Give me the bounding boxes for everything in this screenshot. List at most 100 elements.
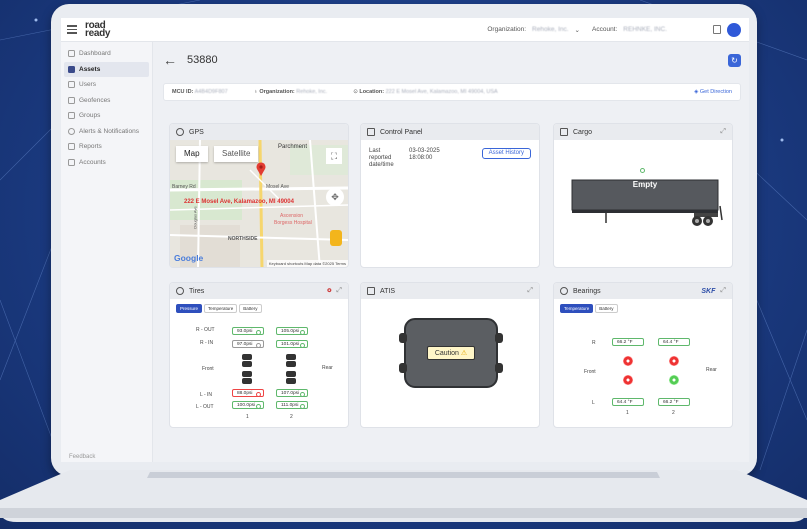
bearings-card: Bearings SKF ⤢ Temperature Battery R Front… — [553, 282, 733, 428]
tire-pressure-value[interactable]: 101.0psi — [276, 340, 308, 348]
tab-temperature[interactable]: Temperature — [204, 304, 238, 313]
expand-icon[interactable]: ⤢ — [527, 287, 533, 295]
map-view[interactable]: Map Satellite Parchment Barney Rd Mosel … — [170, 140, 348, 267]
laptop-base — [0, 470, 807, 529]
panel-icon — [367, 128, 375, 136]
row-label-front: Front — [202, 366, 214, 372]
pegman-icon[interactable] — [330, 230, 342, 246]
location-value: 222 E Mosel Ave, Kalamazoo, MI 49004, US… — [385, 89, 498, 95]
org-label: Organization: — [487, 26, 527, 33]
truck-icon — [68, 65, 75, 73]
refresh-button[interactable]: ↻ — [728, 54, 741, 67]
avatar[interactable] — [727, 22, 741, 37]
sidebar-item-geofences[interactable]: Geofences — [61, 93, 152, 109]
bearing-status-icon — [669, 356, 679, 366]
tab-battery[interactable]: Battery — [595, 304, 618, 313]
rear-label: Rear — [706, 367, 717, 373]
geofence-icon — [68, 96, 75, 104]
calendar-icon[interactable] — [713, 25, 721, 34]
expand-icon[interactable]: ⤢ — [720, 128, 726, 136]
sidebar-item-alerts[interactable]: Alerts & Notifications — [61, 124, 152, 140]
sidebar-item-assets[interactable]: Assets — [64, 61, 149, 77]
map-label-barney: Barney Rd — [172, 184, 196, 190]
sidebar-item-dashboard[interactable]: Dashboard — [61, 46, 152, 62]
location-pin-icon — [176, 128, 184, 136]
tire-pressure-value[interactable]: 105.0psi — [276, 327, 308, 335]
location-marker-icon[interactable] — [256, 162, 266, 176]
bearing-status-icon — [669, 375, 679, 385]
cargo-icon — [560, 128, 568, 136]
expand-icon[interactable]: ⤢ — [720, 287, 726, 295]
location-label: Location: — [359, 89, 385, 95]
sidebar: Dashboard Assets Users Geofences Groups … — [61, 42, 153, 462]
map-label-mosel: Mosel Ave — [266, 184, 289, 190]
tires-card: Tires ✪ ⤢ Pressure Temperature Battery R -… — [169, 282, 349, 428]
back-arrow-icon[interactable]: ← — [163, 52, 177, 68]
axle-label: 1 — [246, 414, 249, 420]
dashboard-icon — [68, 50, 75, 58]
tire-shape — [286, 361, 296, 367]
tire-pressure-value[interactable]: 111.0psi — [276, 401, 308, 409]
skf-logo: SKF — [701, 287, 716, 295]
info-org-label: Organization: — [259, 89, 295, 95]
tire-pressure-value[interactable]: 107.0psi — [276, 389, 308, 397]
location-icon: ⊙ — [353, 89, 358, 95]
page-title: 53880 — [187, 54, 218, 66]
cargo-status: Empty — [632, 180, 658, 189]
map-pan-control[interactable]: ✥ — [326, 188, 344, 206]
expand-icon[interactable]: ⤢ — [336, 287, 342, 295]
atis-status: Caution ⚠ — [427, 346, 475, 360]
app-logo[interactable]: road ready — [85, 20, 110, 38]
tire-pressure-value[interactable]: 93.0psi — [232, 327, 264, 335]
bearing-temp-value[interactable]: 64.4 °F — [612, 398, 644, 406]
tire-pressure-value[interactable]: 88.0psi — [232, 389, 264, 397]
tire-shape — [242, 371, 252, 377]
tire-shape — [242, 354, 252, 360]
tire-pressure-value[interactable]: 97.0psi — [232, 340, 264, 348]
tire-shape — [286, 378, 296, 384]
users-icon — [68, 81, 75, 89]
sidebar-item-accounts[interactable]: Accounts — [61, 155, 152, 171]
control-panel-title: Control Panel — [380, 128, 423, 136]
bearing-temp-value[interactable]: 64.4 °F — [658, 338, 690, 346]
sidebar-item-users[interactable]: Users — [61, 77, 152, 93]
direction-icon: ◈ — [694, 89, 699, 95]
axle-label: 2 — [290, 414, 293, 420]
right-side-label: R — [592, 340, 596, 346]
sidebar-item-reports[interactable]: Reports — [61, 139, 152, 155]
get-direction-link[interactable]: ◈ Get Direction — [694, 89, 732, 95]
chevron-down-icon[interactable]: ⌄ — [575, 26, 580, 34]
tire-pressure-value[interactable]: 100.0psi — [232, 401, 264, 409]
report-icon — [68, 143, 75, 151]
satellite-tab[interactable]: Satellite — [214, 146, 259, 162]
org-value: Rehoke, Inc. — [532, 26, 569, 33]
tab-temperature[interactable]: Temperature — [560, 304, 594, 313]
google-logo: Google — [174, 253, 204, 263]
row-label-l-in: L - IN — [200, 392, 213, 398]
control-panel-card: Control Panel Last reported date/time 03… — [360, 123, 540, 268]
map-footer[interactable]: Keyboard shortcuts Map data ©2025 Terms — [266, 260, 348, 267]
last-reported-label: Last reported date/time — [369, 148, 394, 168]
asset-history-button[interactable]: Asset History — [481, 148, 531, 159]
tab-battery[interactable]: Battery — [239, 304, 262, 313]
bearing-status-icon — [623, 356, 633, 366]
bearing-status-icon — [623, 375, 633, 385]
map-address-label: 222 E Mosel Ave, Kalamazoo, MI 49004 — [184, 199, 294, 205]
bearing-temp-value[interactable]: 66.2 °F — [612, 338, 644, 346]
tab-pressure[interactable]: Pressure — [176, 304, 203, 313]
atis-title: ATIS — [380, 287, 396, 295]
bearing-temp-value[interactable]: 66.2 °F — [658, 398, 690, 406]
map-label-northside: NORTHSIDE — [228, 236, 258, 242]
sidebar-item-groups[interactable]: Groups — [61, 108, 152, 124]
atis-card: ATIS ⤢ Caution ⚠ — [360, 282, 540, 428]
gps-card: GPS Map Satellite Parchment Barney Rd Mo… — [169, 123, 349, 268]
menu-icon[interactable] — [67, 25, 77, 34]
feedback-link[interactable]: Feedback — [69, 454, 95, 460]
org-icon: ♁ — [253, 89, 258, 95]
top-bar: road ready Organization: Rehoke, Inc. ⌄ A… — [61, 18, 749, 42]
fullscreen-icon[interactable]: ⛶ — [326, 148, 342, 164]
info-org-value: Rehoke, Inc. — [296, 89, 328, 95]
gps-title: GPS — [189, 128, 204, 136]
tire-shape — [242, 361, 252, 367]
map-tab[interactable]: Map — [176, 146, 208, 162]
